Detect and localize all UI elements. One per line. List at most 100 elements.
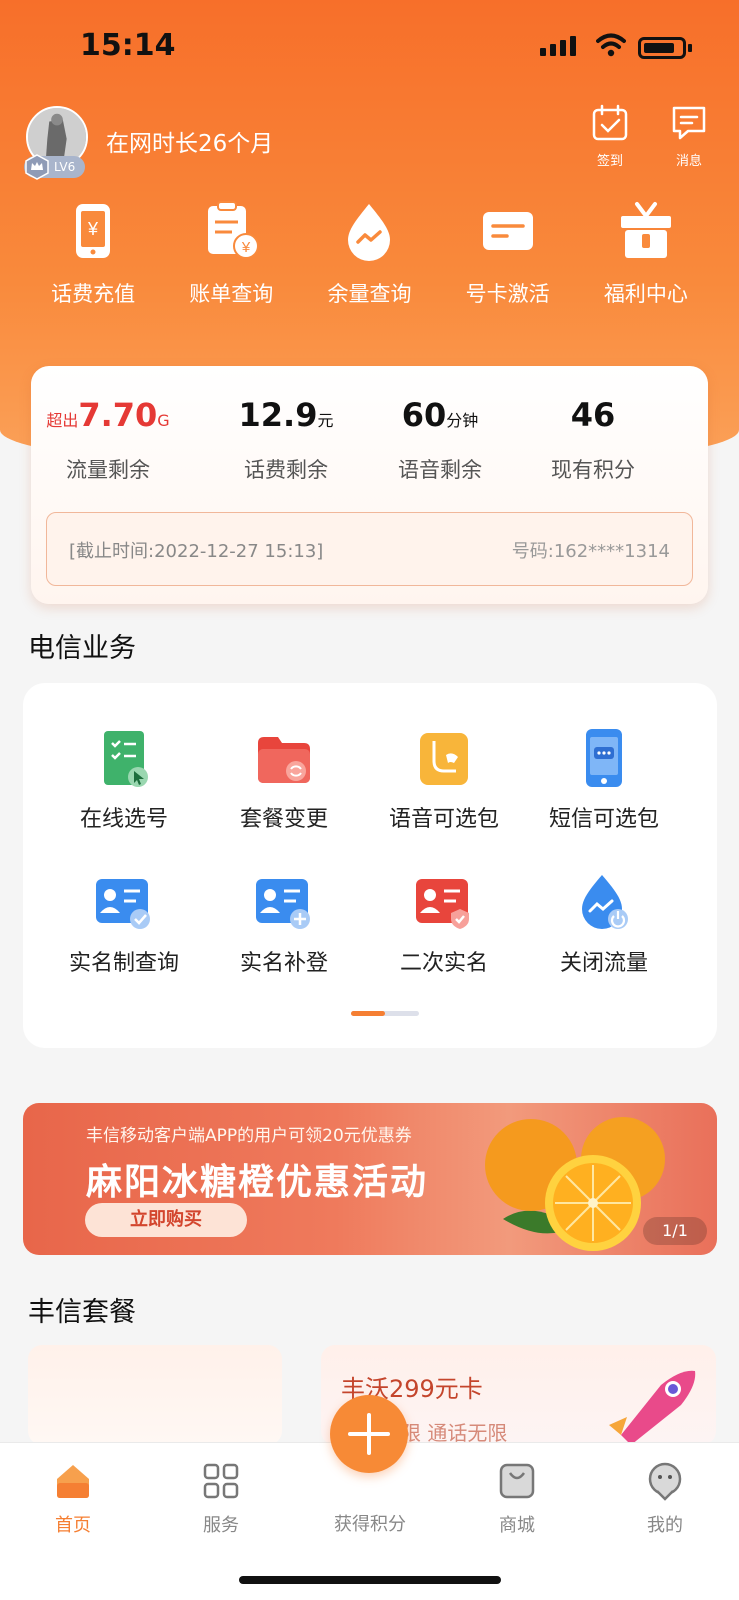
tab-home[interactable]: 首页 <box>23 1461 123 1537</box>
stat-unit: 元 <box>317 411 334 430</box>
stat-data[interactable]: 超出7.70G 流量剩余 <box>33 396 183 484</box>
tab-shop[interactable]: 商城 <box>467 1461 567 1537</box>
checkin-calendar-icon <box>592 104 628 141</box>
balance-query-icon <box>348 204 391 261</box>
service-label: 短信可选包 <box>548 807 659 832</box>
stat-value: 60分钟 <box>365 396 515 440</box>
service-item[interactable]: 在线选号 <box>43 727 205 833</box>
stat-number: 12.9 <box>238 396 318 434</box>
plan-card[interactable] <box>28 1345 282 1445</box>
page-indicator <box>351 1011 419 1016</box>
select-number-icon <box>104 731 148 787</box>
quick-action-welfare[interactable]: 福利中心 <box>586 200 706 308</box>
banner-subtitle: 丰信移动客户端APP的用户可领20元优惠券 <box>86 1126 412 1146</box>
stat-value: 12.9元 <box>211 396 361 440</box>
bill-query-icon: ¥ <box>208 201 260 259</box>
plus-icon <box>348 1413 390 1455</box>
service-label: 在线选号 <box>79 807 168 832</box>
checkin-label: 签到 <box>596 154 623 169</box>
tab-label: 我的 <box>647 1515 683 1536</box>
phone-recharge-icon: ¥ <box>76 204 111 258</box>
phone-number: 号码:162****1314 <box>511 541 670 562</box>
stat-prefix: 超出 <box>46 411 79 430</box>
service-item[interactable]: 语音可选包 <box>363 727 525 833</box>
card-activate-icon <box>482 212 533 250</box>
home-indicator <box>239 1576 501 1584</box>
banner-title: 麻阳冰糖橙优惠活动 <box>86 1162 429 1203</box>
usage-card[interactable]: 超出7.70G 流量剩余 12.9元 话费剩余 60分钟 语音剩余 46 现有积… <box>31 366 708 604</box>
realname-second-icon <box>416 879 469 929</box>
status-time: 15:14 <box>80 28 176 63</box>
plans-title: 丰信套餐 <box>28 1297 136 1328</box>
stat-label: 语音剩余 <box>398 458 482 482</box>
buy-now-button[interactable]: 立即购买 <box>85 1203 247 1237</box>
tenure-text: 在网时长26个月 <box>106 131 274 157</box>
message-label: 消息 <box>675 154 702 169</box>
service-label: 二次实名 <box>399 951 488 976</box>
quick-actions: ¥ 话费充值 ¥ 账单查询 余量查询 号卡激活 福利中心 <box>0 200 739 308</box>
service-item[interactable]: 关闭流量 <box>523 871 685 977</box>
battery-tip <box>688 44 692 52</box>
message-button[interactable]: 消息 <box>659 104 719 169</box>
service-label: 实名制查询 <box>68 951 179 976</box>
plan-change-icon <box>258 737 310 783</box>
stat-unit: G <box>157 411 170 430</box>
svg-text:¥: ¥ <box>241 239 251 256</box>
tab-label: 商城 <box>499 1515 535 1536</box>
banner-counter: 1/1 <box>643 1217 707 1245</box>
crown-icon <box>25 154 49 180</box>
service-item[interactable]: 短信可选包 <box>523 727 685 833</box>
stat-label: 话费剩余 <box>244 458 328 482</box>
stat-fee[interactable]: 12.9元 话费剩余 <box>211 396 361 484</box>
status-bar: 15:14 <box>0 0 739 100</box>
profile-icon <box>648 1462 682 1501</box>
stat-points[interactable]: 46 现有积分 <box>518 396 668 484</box>
gift-icon <box>620 202 671 258</box>
service-item[interactable]: 套餐变更 <box>203 727 365 833</box>
shop-bag-icon <box>499 1463 535 1499</box>
voice-package-icon <box>420 733 468 785</box>
service-label: 关闭流量 <box>559 951 648 976</box>
stat-unit: 分钟 <box>446 411 479 430</box>
as-of-time: [截止时间:2022-12-27 15:13] <box>69 541 324 562</box>
level-badge: LV6 <box>24 154 86 180</box>
tab-label: 服务 <box>203 1515 239 1536</box>
services-grid-icon <box>203 1463 239 1499</box>
service-label: 套餐变更 <box>239 807 328 832</box>
home-icon <box>57 1465 89 1498</box>
realname-register-icon <box>256 879 310 929</box>
service-label: 语音可选包 <box>388 807 499 832</box>
stat-number: 60 <box>401 396 447 434</box>
tab-profile[interactable]: 我的 <box>615 1461 715 1537</box>
battery-icon <box>638 37 686 59</box>
usage-meta: [截止时间:2022-12-27 15:13] 号码:162****1314 <box>46 512 693 586</box>
checkin-button[interactable]: 签到 <box>580 104 640 169</box>
stat-label: 现有积分 <box>551 458 635 482</box>
message-icon <box>672 106 706 140</box>
quick-action-bill[interactable]: ¥ 账单查询 <box>171 200 291 308</box>
quick-action-label: 账单查询 <box>189 282 274 306</box>
tab-label: 首页 <box>55 1515 91 1536</box>
stat-value: 超出7.70G <box>33 396 183 440</box>
wifi-icon <box>596 33 626 57</box>
service-item[interactable]: 二次实名 <box>363 871 525 977</box>
quick-action-label: 话费充值 <box>51 282 136 306</box>
quick-action-activate[interactable]: 号卡激活 <box>448 200 568 308</box>
tab-services[interactable]: 服务 <box>171 1461 271 1537</box>
stat-number: 7.70 <box>78 396 158 434</box>
get-points-button[interactable] <box>330 1395 408 1473</box>
quick-action-balance[interactable]: 余量查询 <box>309 200 429 308</box>
promo-banner[interactable]: 丰信移动客户端APP的用户可领20元优惠券 麻阳冰糖橙优惠活动 立即购买 1/1 <box>23 1103 717 1255</box>
tab-label[interactable]: 获得积分 <box>310 1510 430 1536</box>
quick-action-recharge[interactable]: ¥ 话费充值 <box>33 200 153 308</box>
quick-action-label: 福利中心 <box>603 282 688 306</box>
signal-icon <box>540 36 576 56</box>
service-item[interactable]: 实名补登 <box>203 871 365 977</box>
realname-query-icon <box>96 879 150 929</box>
service-item[interactable]: 实名制查询 <box>43 871 205 977</box>
service-label: 实名补登 <box>239 951 328 976</box>
stat-voice[interactable]: 60分钟 语音剩余 <box>365 396 515 484</box>
quick-action-label: 号卡激活 <box>465 282 550 306</box>
data-off-icon <box>582 875 628 929</box>
services-card: 在线选号 套餐变更 语音可选包 短信可选包 实名制查询 实名补登 二次实名 关闭… <box>23 683 717 1048</box>
